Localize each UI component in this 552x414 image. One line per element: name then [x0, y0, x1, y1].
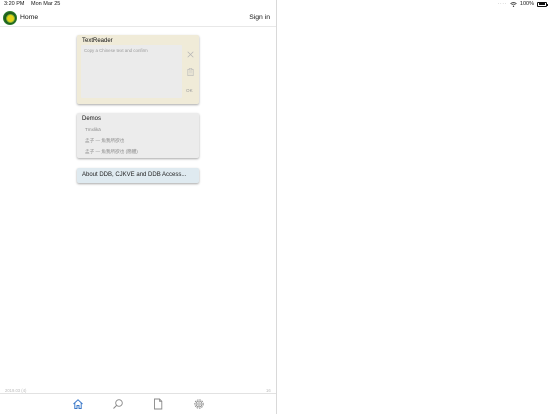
- master-pane: Home Sign in TextReader Copy a Chinese t…: [0, 9, 276, 414]
- app-logo-icon: [3, 11, 17, 25]
- tab-home[interactable]: [72, 398, 84, 410]
- status-bar-left: 3:20 PM Mon Mar 25: [4, 1, 65, 7]
- battery-percent: 100%: [519, 1, 534, 7]
- text-reader-placeholder: Copy a Chinese text and confirm: [84, 48, 148, 53]
- search-icon: [113, 399, 123, 409]
- demos-card: Demos Tmxlikä 孟子 — 魚我所欲也 孟子 — 魚我所欲也 (簡體): [77, 113, 199, 158]
- signal-icon: ····: [497, 1, 507, 7]
- battery-icon: [537, 1, 548, 7]
- ok-button[interactable]: OK: [186, 88, 193, 93]
- about-label: About DDB, CJKVE and DDB Access...: [82, 172, 187, 178]
- status-bar-right: ···· 100%: [497, 1, 548, 7]
- navigation-bar: Home Sign in: [0, 9, 276, 27]
- demo-item[interactable]: Tmxlikä: [85, 127, 101, 132]
- tab-search[interactable]: [112, 398, 124, 410]
- status-time: 3:20 PM: [4, 1, 25, 7]
- settings-icon: [194, 399, 204, 409]
- sign-in-button[interactable]: Sign in: [249, 14, 270, 21]
- text-reader-card: TextReader Copy a Chinese text and confi…: [77, 35, 199, 104]
- page-title: Home: [20, 14, 39, 21]
- status-date: Mon Mar 25: [31, 1, 61, 7]
- home-icon: [73, 399, 83, 409]
- about-card[interactable]: About DDB, CJKVE and DDB Access...: [77, 168, 199, 183]
- tab-bar: [0, 393, 276, 414]
- split-view-divider[interactable]: [276, 0, 277, 414]
- demo-item[interactable]: 孟子 — 魚我所欲也 (簡體): [85, 149, 138, 155]
- demo-item[interactable]: 孟子 — 魚我所欲也: [85, 138, 124, 144]
- wifi-icon: [510, 1, 517, 7]
- tab-settings[interactable]: [193, 398, 205, 410]
- document-icon: [154, 398, 163, 410]
- text-reader-input[interactable]: Copy a Chinese text and confirm: [81, 45, 182, 98]
- text-reader-title: TextReader: [82, 38, 113, 44]
- clear-icon[interactable]: [187, 51, 194, 58]
- tab-document[interactable]: [152, 398, 164, 410]
- paste-icon[interactable]: [187, 68, 194, 76]
- demos-title: Demos: [82, 116, 102, 122]
